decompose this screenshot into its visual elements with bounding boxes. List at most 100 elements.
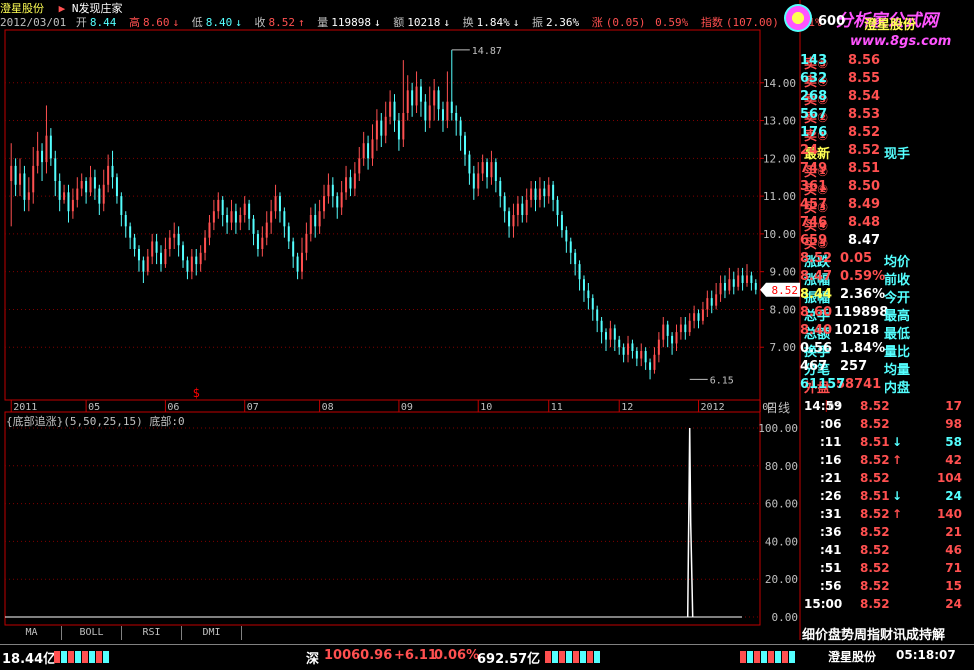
tab-rsi[interactable]: RSI [122,626,182,640]
candle-body [199,252,202,265]
candle-body [441,109,444,121]
stat-value: 467 [800,359,828,374]
arrow-down-icon: ↓ [235,16,242,29]
tick-price: 8.51 [860,435,890,449]
status-bars-icon [54,651,110,663]
inner-label: 内盘 [884,381,911,396]
arrow-down-icon: ↓ [172,16,180,29]
stat-value: 8.52 [800,251,833,266]
candle-body [239,215,242,223]
candle-body [591,298,594,310]
panel-menu-items[interactable]: 细价盘势周指财讯成持解 [802,624,945,643]
amount-value: 10218 [407,16,441,29]
sell-row: 卖① 8.52 176 [800,124,962,144]
candle-body [679,324,682,333]
candle-body [503,196,506,212]
candle-body [486,162,489,178]
stat-value: 1.84% [840,341,886,356]
status-shen-pct: 0.06% [434,648,480,663]
dollar-marker-icon: $ [193,386,200,400]
change-label: 涨 [591,16,603,29]
x-tick-label: 2012 [701,402,725,413]
tab-boll[interactable]: BOLL [62,626,122,640]
buy-row: 买② 8.50 361 [800,178,962,198]
candle-body [534,188,537,200]
sub-y-tick-label: 60.00 [765,498,798,511]
title-bar: 澄星股份 ▶ N发现庄家 [0,0,760,15]
low-value: 8.40 [205,16,233,29]
stat-row: 换手 1.84% 量比 0.56 [800,340,962,360]
x-tick-label: 06 [167,402,179,413]
candle-body [556,199,559,215]
tab-dmi[interactable]: DMI [182,626,242,640]
candle-body [428,105,431,121]
date-x-axis: 2011 05 06 07 08 09 10 11 12 2012 02 03 [5,400,840,413]
indicator-chart-grid [4,411,761,626]
tick-price: 8.51 [860,489,890,503]
candle-body [89,177,92,193]
stat-row: 涨跌 0.05 均价 8.52 [800,250,962,270]
candle-body [124,215,127,227]
x-tick-label: 11 [551,402,563,413]
arrow-up-icon: ↑ [892,507,903,521]
x-tick-label: 12 [621,402,633,413]
candlestick-series[interactable] [10,49,757,380]
buy-row: 买④ 8.48 746 [800,214,962,234]
candle-body [525,199,528,215]
candle-body [331,184,334,197]
candle-body [472,173,475,189]
buy-price: 8.48 [848,215,881,230]
candle-body [468,154,471,174]
buy-price: 8.50 [848,179,881,194]
candle-body [107,165,110,185]
candle-body [684,324,687,333]
y-tick-label: 11.00 [763,190,796,203]
stat-row: 分笔 257 均量 467 [800,358,962,378]
status-shen-change: +6.11 [394,648,437,663]
candle-body [151,241,154,257]
candle-body [653,354,656,370]
tick-time: :21 [820,471,842,485]
candle-body [424,101,427,121]
tick-volume: 24 [945,489,962,503]
tick-time: :56 [820,579,842,593]
high-label: 高 [128,16,140,29]
tick-volume: 46 [945,543,962,557]
tick-row: :41 8.52 46 [800,542,962,560]
tick-volume: 58 [945,435,962,449]
code-fragment: 600 [818,14,846,29]
outer-inner-row: 外盘 58741 内盘 61157 [800,376,962,396]
indicator-title[interactable]: {底部追涨}(5,50,25,15) 底部:0 [6,413,185,429]
candle-body [719,283,722,295]
candle-body [565,230,568,242]
candle-body [10,165,13,181]
candle-body [248,203,251,219]
candle-body [715,294,718,306]
candle-body [111,165,114,178]
buy-row: 买⑤ 8.47 659 [800,232,962,252]
panel-menu[interactable]: 细价盘势周指财讯成持解 [800,622,974,643]
indicator-spike [686,427,694,618]
tick-row: :26 8.51 ↓ 24 [800,488,962,506]
candle-body [464,135,467,155]
status-stock-name[interactable]: 澄星股份 [828,648,876,665]
tab-ma[interactable]: MA [2,626,62,640]
candle-body [36,150,39,166]
candle-body [600,320,603,333]
tick-time: :41 [820,543,842,557]
arrow-down-icon: ↓ [443,16,450,29]
period-label[interactable]: 日线 [766,399,790,416]
sub-y-tick-label: 0.00 [772,611,799,624]
indicator-tabs: MA BOLL RSI DMI [0,626,800,640]
candle-body [76,188,79,200]
candle-body [120,196,123,215]
candle-body [578,264,581,280]
sell-price: 8.55 [848,71,881,86]
arrow-down-icon: ↓ [892,489,903,503]
index-label: 指数 [700,16,723,29]
price-y-axis: 7.00 8.00 9.00 10.00 11.00 12.00 13.00 14.00 [760,77,796,354]
candle-body [129,226,132,238]
candle-body [80,181,83,189]
candle-body [168,237,171,249]
buy-volume: 457 [800,197,828,212]
